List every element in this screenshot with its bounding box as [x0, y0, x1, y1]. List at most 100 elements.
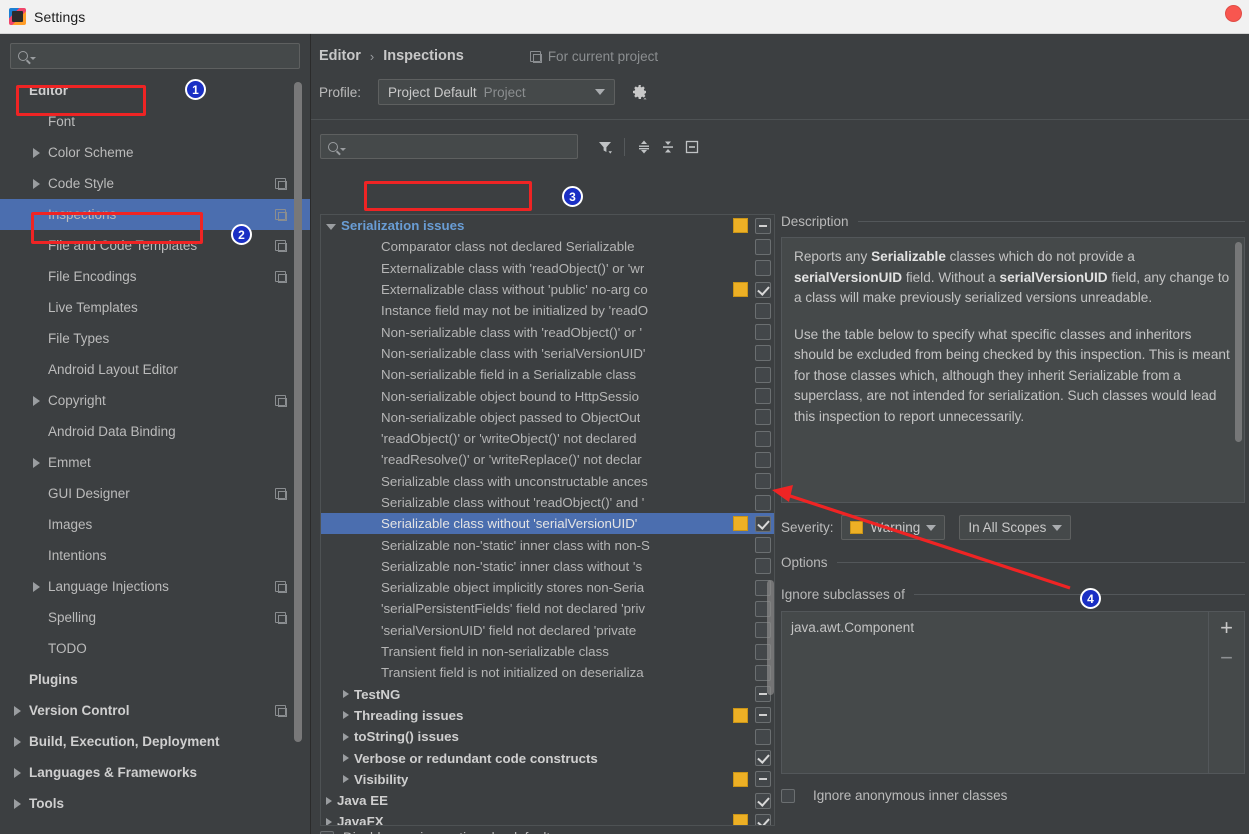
sidebar-item-language-injections[interactable]: Language Injections: [0, 571, 310, 602]
sidebar-item-color-scheme[interactable]: Color Scheme: [0, 137, 310, 168]
inspection-row[interactable]: 'readResolve()' or 'writeReplace()' not …: [321, 449, 774, 470]
disable-new-inspections-checkbox[interactable]: [320, 830, 334, 834]
sidebar-item-languages-frameworks[interactable]: Languages & Frameworks: [0, 757, 310, 788]
inspection-row[interactable]: Transient field is not initialized on de…: [321, 662, 774, 683]
chevron-right-icon[interactable]: [14, 798, 21, 809]
inspection-tree[interactable]: Serialization issues Comparator class not…: [320, 214, 775, 826]
sidebar-scrollbar-thumb[interactable]: [294, 82, 302, 742]
ignore-subclasses-table[interactable]: java.awt.Component + −: [781, 611, 1245, 774]
sidebar-item-live-templates[interactable]: Live Templates: [0, 292, 310, 323]
chevron-right-icon[interactable]: [33, 147, 40, 158]
inspection-row[interactable]: Serializable non-'static' inner class wi…: [321, 534, 774, 555]
inspection-row[interactable]: Serializable class without 'serialVersio…: [321, 513, 774, 535]
sidebar-item-build-execution-deployment[interactable]: Build, Execution, Deployment: [0, 726, 310, 757]
inspection-row[interactable]: Serializable non-'static' inner class wi…: [321, 556, 774, 577]
chevron-right-icon[interactable]: [343, 690, 349, 699]
inspection-row[interactable]: Java EE: [321, 790, 774, 811]
copy-settings-icon[interactable]: [275, 395, 287, 407]
inspection-row[interactable]: Verbose or redundant code constructs: [321, 747, 774, 768]
sidebar-item-file-and-code-templates[interactable]: File and Code Templates: [0, 230, 310, 261]
chevron-down-icon[interactable]: [326, 223, 336, 230]
inspection-row[interactable]: Non-serializable class with 'readObject(…: [321, 321, 774, 342]
sidebar-item-file-encodings[interactable]: File Encodings: [0, 261, 310, 292]
inspection-row[interactable]: Comparator class not declared Serializab…: [321, 236, 774, 257]
chevron-right-icon[interactable]: [33, 581, 40, 592]
sidebar-item-inspections[interactable]: Inspections: [0, 199, 310, 230]
sidebar-item-emmet[interactable]: Emmet: [0, 447, 310, 478]
inspection-row[interactable]: Non-serializable object passed to Object…: [321, 407, 774, 428]
sidebar-item-android-data-binding[interactable]: Android Data Binding: [0, 416, 310, 447]
inspection-row[interactable]: Serializable class with unconstructable …: [321, 471, 774, 492]
inspection-row[interactable]: toString() issues: [321, 726, 774, 747]
filter-icon[interactable]: [593, 135, 617, 159]
ignore-subclass-row[interactable]: java.awt.Component: [791, 620, 1208, 635]
chevron-right-icon[interactable]: [14, 736, 21, 747]
sidebar-item-plugins[interactable]: Plugins: [0, 664, 310, 695]
sidebar-item-intentions[interactable]: Intentions: [0, 540, 310, 571]
chevron-right-icon[interactable]: [343, 754, 349, 763]
breadcrumb-parent[interactable]: Editor: [319, 48, 361, 64]
copy-settings-icon[interactable]: [275, 271, 287, 283]
chevron-right-icon[interactable]: [343, 775, 349, 784]
sidebar-item-editor[interactable]: Editor: [0, 75, 310, 106]
chevron-right-icon[interactable]: [14, 705, 21, 716]
ignore-subclasses-rows[interactable]: java.awt.Component: [782, 612, 1208, 773]
remove-class-button[interactable]: −: [1220, 647, 1233, 669]
sidebar-item-android-layout-editor[interactable]: Android Layout Editor: [0, 354, 310, 385]
inspection-row[interactable]: JavaFX: [321, 811, 774, 825]
chevron-right-icon[interactable]: [14, 767, 21, 778]
inspection-row[interactable]: 'serialPersistentFields' field not decla…: [321, 598, 774, 619]
inspection-row[interactable]: 'readObject()' or 'writeObject()' not de…: [321, 428, 774, 449]
chevron-right-icon[interactable]: [343, 732, 349, 741]
inspection-row[interactable]: 'serialVersionUID' field not declared 'p…: [321, 620, 774, 641]
close-icon[interactable]: [1225, 5, 1242, 22]
chevron-right-icon[interactable]: [343, 711, 349, 720]
sidebar-search-box[interactable]: [10, 43, 300, 69]
copy-settings-icon[interactable]: [275, 240, 287, 252]
sidebar-item-file-types[interactable]: File Types: [0, 323, 310, 354]
chevron-right-icon[interactable]: [33, 395, 40, 406]
inspection-row[interactable]: Non-serializable object bound to HttpSes…: [321, 385, 774, 406]
sidebar-scrollbar[interactable]: [294, 82, 302, 798]
copy-settings-icon[interactable]: [275, 612, 287, 624]
copy-settings-icon[interactable]: [275, 705, 287, 717]
sidebar-item-todo[interactable]: TODO: [0, 633, 310, 664]
sidebar-item-gui-designer[interactable]: GUI Designer: [0, 478, 310, 509]
expand-all-icon[interactable]: [632, 135, 656, 159]
description-text-box[interactable]: Reports any Serializable classes which d…: [781, 237, 1245, 503]
inspection-tree-scrollbar[interactable]: [767, 215, 774, 825]
inspection-row[interactable]: Non-serializable field in a Serializable…: [321, 364, 774, 385]
disable-new-inspections-row[interactable]: Disable new inspections by default: [320, 830, 550, 834]
copy-settings-icon[interactable]: [275, 488, 287, 500]
inspection-row[interactable]: Threading issues: [321, 705, 774, 726]
sidebar-search-input[interactable]: [40, 48, 292, 64]
severity-select[interactable]: Warning: [840, 515, 946, 540]
ignore-anonymous-row[interactable]: Ignore anonymous inner classes: [781, 788, 1245, 803]
copy-settings-icon[interactable]: [275, 178, 287, 190]
inspection-row[interactable]: Serializable class without 'readObject()…: [321, 492, 774, 513]
sidebar-item-images[interactable]: Images: [0, 509, 310, 540]
sidebar-item-version-control[interactable]: Version Control: [0, 695, 310, 726]
sidebar-item-code-style[interactable]: Code Style: [0, 168, 310, 199]
copy-settings-icon[interactable]: [275, 581, 287, 593]
description-scrollbar-thumb[interactable]: [1235, 242, 1242, 442]
chevron-right-icon[interactable]: [326, 817, 332, 825]
reset-icon[interactable]: [680, 135, 704, 159]
inspection-row[interactable]: Externalizable class with 'readObject()'…: [321, 258, 774, 279]
sidebar-item-tools[interactable]: Tools: [0, 788, 310, 819]
add-class-button[interactable]: +: [1220, 617, 1233, 639]
inspection-row[interactable]: Instance field may not be initialized by…: [321, 300, 774, 321]
inspection-row[interactable]: Visibility: [321, 769, 774, 790]
sidebar-item-spelling[interactable]: Spelling: [0, 602, 310, 633]
inspection-search-box[interactable]: [320, 134, 578, 159]
inspection-row[interactable]: TestNG: [321, 684, 774, 705]
collapse-all-icon[interactable]: [656, 135, 680, 159]
inspection-row[interactable]: Serializable object implicitly stores no…: [321, 577, 774, 598]
scope-select[interactable]: In All Scopes: [959, 515, 1072, 540]
inspection-row[interactable]: Transient field in non-serializable clas…: [321, 641, 774, 662]
chevron-right-icon[interactable]: [33, 457, 40, 468]
ignore-anonymous-checkbox[interactable]: [781, 788, 795, 803]
inspection-row[interactable]: Externalizable class without 'public' no…: [321, 279, 774, 300]
chevron-right-icon[interactable]: [326, 796, 332, 805]
chevron-right-icon[interactable]: [33, 178, 40, 189]
